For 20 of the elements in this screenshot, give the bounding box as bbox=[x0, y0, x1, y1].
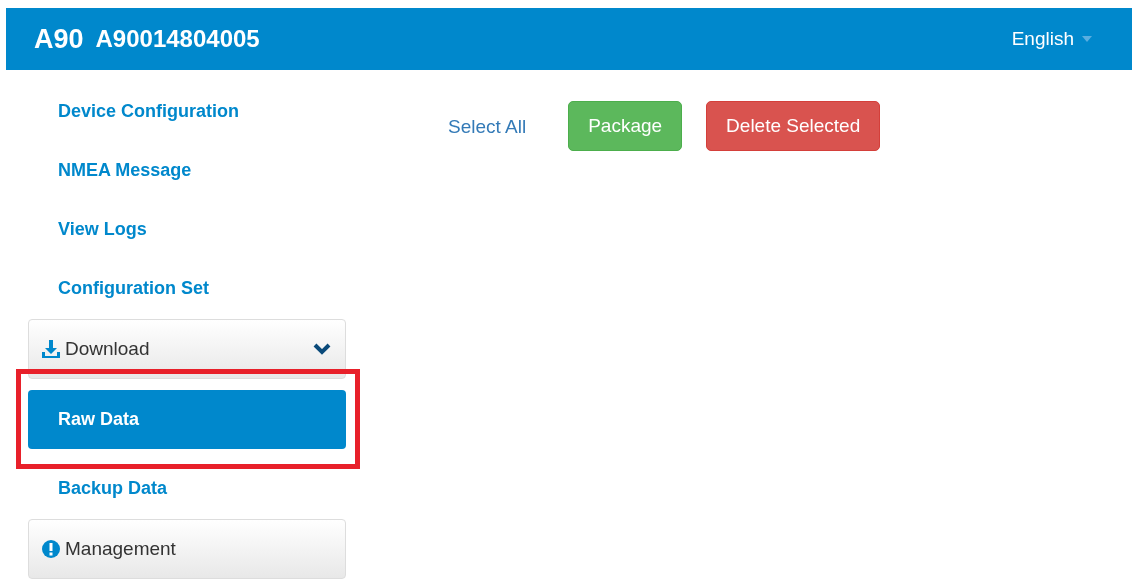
panel-header[interactable]: Download bbox=[28, 319, 346, 379]
delete-button[interactable]: Delete Selected bbox=[706, 101, 881, 151]
nav-link[interactable]: NMEA Message bbox=[28, 141, 346, 200]
panel-title: Download bbox=[65, 336, 151, 361]
device-serial: A90014804005 bbox=[95, 24, 260, 55]
select-all-link[interactable]: Select All bbox=[448, 113, 527, 142]
caret-icon bbox=[1082, 36, 1092, 43]
chevron-down-icon bbox=[313, 343, 331, 355]
nav-link[interactable]: View Logs bbox=[28, 200, 346, 259]
device-model: A90 bbox=[34, 22, 84, 56]
panel-title: Management bbox=[65, 536, 177, 561]
alert-icon bbox=[41, 539, 61, 559]
download-icon bbox=[41, 339, 61, 359]
nav-link[interactable]: Backup Data bbox=[28, 459, 346, 518]
language-dropdown[interactable]: English bbox=[1011, 24, 1092, 54]
package-button[interactable]: Package bbox=[568, 101, 683, 151]
nav-link[interactable]: Configuration Set bbox=[28, 259, 346, 318]
panel-header[interactable]: Management bbox=[28, 519, 346, 579]
nav-link[interactable]: Device Configuration bbox=[28, 82, 346, 141]
nav-link[interactable]: Raw Data bbox=[28, 390, 346, 449]
